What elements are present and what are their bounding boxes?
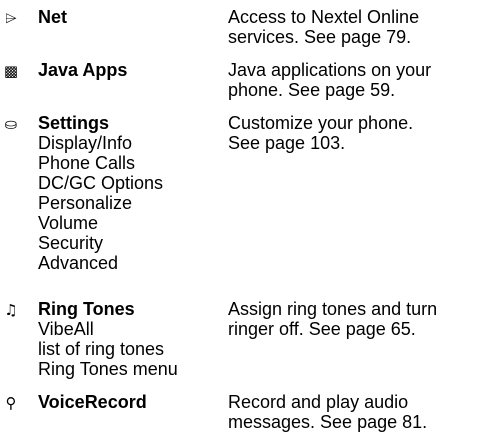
description-line: services. See page 79. [228,27,412,47]
java-apps-icon: ▩ [3,62,19,80]
description-line: Access to Nextel Online [228,7,420,27]
entry-label-column: VoiceRecord [38,392,218,412]
submenu-item: Volume [38,213,99,233]
entry-description: Customize your phone. See page 103. [228,113,476,153]
description-line: Assign ring tones and turn [228,299,438,319]
submenu-item: DC/GC Options [38,173,164,193]
submenu-item: Ring Tones menu [38,359,178,379]
entry-title: Settings [38,113,110,133]
submenu-item: list of ring tones [38,339,165,359]
submenu-item: Phone Calls [38,153,136,173]
voice-record-icon: ⚲ [5,394,17,412]
description-line: See page 103. [228,133,346,153]
entry-description: Assign ring tones and turn ringer off. S… [228,299,476,339]
entry-description: Access to Nextel Online services. See pa… [228,7,476,47]
description-line: Customize your phone. [228,113,414,133]
net-icon: ⌲ [5,9,17,27]
ring-tones-icon: ♫ [4,301,18,319]
entry-title: Ring Tones [38,299,135,319]
entry-label-column: Java Apps [38,60,218,80]
description-line: ringer off. See page 65. [228,319,416,339]
entry-label-column: Settings Display/Info Phone Calls DC/GC … [38,113,218,273]
submenu-item: Display/Info [38,133,133,153]
entry-description: Record and play audio messages. See page… [228,392,476,432]
entry-title: Java Apps [38,60,128,80]
description-line: Java applications on your [228,60,432,80]
entry-label-column: Net [38,7,218,27]
submenu-item: Security [38,233,104,253]
submenu-item: Advanced [38,253,119,273]
entry-title: VoiceRecord [38,392,147,412]
entry-label-column: Ring Tones VibeAll list of ring tones Ri… [38,299,218,379]
settings-icon: ⛀ [4,115,18,133]
description-line: messages. See page 81. [228,412,428,432]
description-line: phone. See page 59. [228,80,396,100]
submenu-item: Personalize [38,193,133,213]
submenu-item: VibeAll [38,319,94,339]
entry-title: Net [38,7,68,27]
description-line: Record and play audio [228,392,409,412]
entry-description: Java applications on your phone. See pag… [228,60,476,100]
